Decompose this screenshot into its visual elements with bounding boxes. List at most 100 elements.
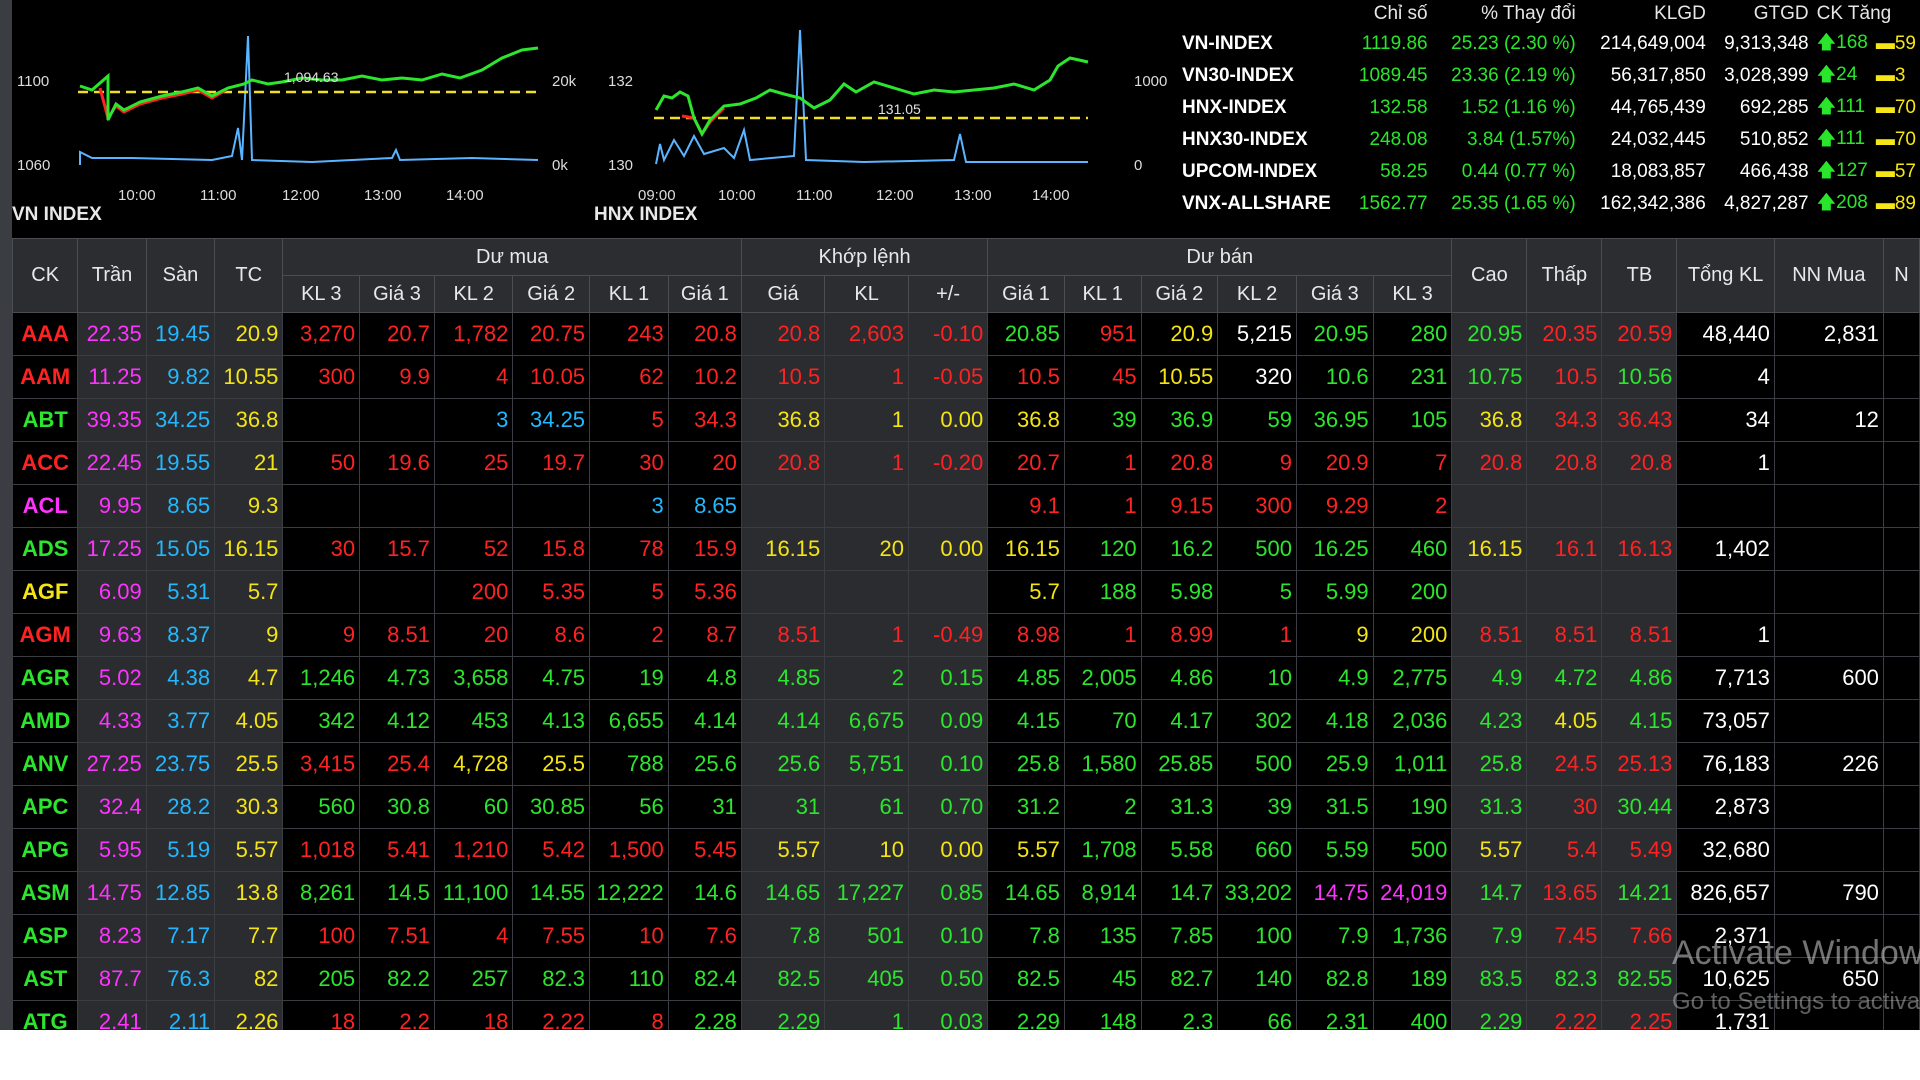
col-header-sell-price3[interactable]: Giá 3 <box>1295 275 1374 313</box>
buy-price3-cell: 7.51 <box>359 914 435 958</box>
index-header-change[interactable]: % Thay đổi <box>1432 0 1580 28</box>
sell-price2-cell: 2.3 <box>1140 1000 1219 1030</box>
symbol-cell[interactable]: ACC <box>11 441 79 485</box>
board-row[interactable]: AMD 4.33 3.77 4.05 342 4.12 453 4.13 6,655 4.14 4.… <box>11 699 1920 743</box>
col-header-buy-price3[interactable]: Giá 3 <box>359 275 435 313</box>
sell-vol3-cell: 200 <box>1372 613 1453 657</box>
foreign-buy-cell <box>1773 785 1884 829</box>
col-header-sell-vol3[interactable]: KL 3 <box>1372 275 1453 313</box>
col-header-total-volume[interactable]: Tổng KL <box>1676 238 1775 313</box>
buy-vol3-cell: 18 <box>282 1000 361 1030</box>
col-header-match-change[interactable]: +/- <box>907 275 989 313</box>
symbol-cell[interactable]: ABT <box>11 398 79 442</box>
index-row[interactable]: VN30-INDEX 1089.45 23.36 (2.19 %) 56,317,85… <box>1176 60 1920 92</box>
board-row[interactable]: AGF 6.09 5.31 5.7 200 5.35 5 5.36 5.7 188 5.98 5 5.9… <box>11 570 1920 614</box>
sell-vol1-cell: 2 <box>1063 785 1142 829</box>
col-header-buy-vol3[interactable]: KL 3 <box>282 275 361 313</box>
symbol-cell[interactable]: AGR <box>11 656 79 700</box>
high-cell: 2.29 <box>1451 1000 1528 1030</box>
symbol-cell[interactable]: APG <box>11 828 79 872</box>
col-header-foreign-sell-partial[interactable]: N <box>1882 238 1920 313</box>
index-row[interactable]: HNX30-INDEX 248.08 3.84 (1.57%) 24,032,445 5… <box>1176 124 1920 156</box>
hnx-x-label-3: 11:00 <box>796 187 832 204</box>
index-row[interactable]: VNX-ALLSHARE 1562.77 25.35 (1.65 %) 162,342… <box>1176 188 1920 220</box>
board-row[interactable]: ABT 39.35 34.25 36.8 3 34.25 5 34.3 36.8 1 0.00 36.… <box>11 398 1920 442</box>
board-row[interactable]: ASM 14.75 12.85 13.8 8,261 14.5 11,100 14.55 12,… <box>11 871 1920 915</box>
col-header-sell-vol1[interactable]: KL 1 <box>1063 275 1142 313</box>
index-ref-count-cell: ▬3 <box>1872 60 1920 92</box>
symbol-cell[interactable]: ATG <box>11 1000 79 1030</box>
ceiling-cell: 9.63 <box>77 613 147 657</box>
board-row[interactable]: AAA 22.35 19.45 20.9 3,270 20.7 1,782 20.75 243 2… <box>11 312 1920 356</box>
col-header-reference[interactable]: TC <box>214 238 284 313</box>
col-header-sell-price1[interactable]: Giá 1 <box>987 275 1065 313</box>
index-row[interactable]: VN-INDEX 1119.86 25.23 (2.30 %) 214,649,004… <box>1176 28 1920 60</box>
col-header-match-price[interactable]: Giá <box>740 275 826 313</box>
board-row[interactable]: ACC 22.45 19.55 21 50 19.6 25 19.7 30 20 20.8 1 -0.2… <box>11 441 1920 485</box>
match-change-cell: -0.05 <box>907 355 989 399</box>
index-row[interactable]: UPCOM-INDEX 58.25 0.44 (0.77 %) 18,083,857 4… <box>1176 156 1920 188</box>
index-header-value[interactable]: Chỉ số <box>1345 0 1432 28</box>
match-change-cell: 0.00 <box>907 828 989 872</box>
board-row[interactable]: AGR 5.02 4.38 4.7 1,246 4.73 3,658 4.75 19 4.8 4.8… <box>11 656 1920 700</box>
index-header-name <box>1176 0 1345 28</box>
col-header-high[interactable]: Cao <box>1451 238 1528 313</box>
buy-price1-cell: 14.6 <box>667 871 742 915</box>
index-header-gtgd[interactable]: GTGD <box>1710 0 1813 28</box>
board-row[interactable]: AAM 11.25 9.82 10.55 300 9.9 4 10.05 62 10.2 10.5 1… <box>11 355 1920 399</box>
col-header-floor[interactable]: Sàn <box>145 238 216 313</box>
symbol-cell[interactable]: ASP <box>11 914 79 958</box>
sell-vol3-cell: 200 <box>1372 570 1453 614</box>
symbol-cell[interactable]: AAM <box>11 355 79 399</box>
symbol-cell[interactable]: AMD <box>11 699 79 743</box>
symbol-cell[interactable]: AAA <box>11 312 79 356</box>
foreign-buy-cell: 226 <box>1773 742 1884 786</box>
col-header-match-volume[interactable]: KL <box>824 275 909 313</box>
foreign-buy-cell: 790 <box>1773 871 1884 915</box>
board-row[interactable]: ADS 17.25 15.05 16.15 30 15.7 52 15.8 78 15.9 16.1… <box>11 527 1920 571</box>
total-volume-cell: 32,680 <box>1676 828 1775 872</box>
symbol-cell[interactable]: ANV <box>11 742 79 786</box>
symbol-cell[interactable]: APC <box>11 785 79 829</box>
index-header-up[interactable]: CK Tăng <box>1813 0 1920 28</box>
col-header-buy-vol1[interactable]: KL 1 <box>589 275 669 313</box>
match-price-cell: 10.5 <box>740 355 826 399</box>
symbol-cell[interactable]: AGM <box>11 613 79 657</box>
sell-vol1-cell: 45 <box>1063 355 1142 399</box>
board-row[interactable]: ATG 2.41 2.11 2.26 18 2.2 18 2.22 8 2.28 2.29 1 0.03… <box>11 1000 1920 1030</box>
col-header-sell-vol2[interactable]: KL 2 <box>1217 275 1297 313</box>
col-header-symbol[interactable]: CK <box>11 238 79 313</box>
high-cell: 4.23 <box>1451 699 1528 743</box>
col-header-ceiling[interactable]: Trần <box>77 238 147 313</box>
buy-price2-cell: 30.85 <box>512 785 591 829</box>
buy-price2-cell: 2.22 <box>512 1000 591 1030</box>
high-cell: 10.75 <box>1451 355 1528 399</box>
col-header-average[interactable]: TB <box>1601 238 1678 313</box>
symbol-cell[interactable]: ACL <box>11 484 79 528</box>
board-row[interactable]: ANV 27.25 23.75 25.5 3,415 25.4 4,728 25.5 788 25… <box>11 742 1920 786</box>
board-row[interactable]: AST 87.7 76.3 82 205 82.2 257 82.3 110 82.4 82.5 40… <box>11 957 1920 1001</box>
col-header-buy-price2[interactable]: Giá 2 <box>512 275 591 313</box>
symbol-cell[interactable]: AST <box>11 957 79 1001</box>
col-header-sell-price2[interactable]: Giá 2 <box>1140 275 1219 313</box>
col-header-low[interactable]: Thấp <box>1526 238 1603 313</box>
hnx-volume-line <box>655 29 1088 165</box>
index-row[interactable]: HNX-INDEX 132.58 1.52 (1.16 %) 44,765,439 69… <box>1176 92 1920 124</box>
board-row[interactable]: APG 5.95 5.19 5.57 1,018 5.41 1,210 5.42 1,500 5.… <box>11 828 1920 872</box>
symbol-cell[interactable]: ADS <box>11 527 79 571</box>
board-row[interactable]: APC 32.4 28.2 30.3 560 30.8 60 30.85 56 31 31 61 0.7… <box>11 785 1920 829</box>
buy-price2-cell: 19.7 <box>512 441 591 485</box>
buy-price1-cell: 8.7 <box>667 613 742 657</box>
sell-price3-cell: 9 <box>1295 613 1374 657</box>
board-row[interactable]: ACL 9.95 8.65 9.3 3 8.65 9.1 1 9.15 300 9.29 2 <box>11 484 1920 528</box>
index-header-volume[interactable]: KLGD <box>1580 0 1710 28</box>
col-header-buy-vol2[interactable]: KL 2 <box>433 275 514 313</box>
symbol-cell[interactable]: AGF <box>11 570 79 614</box>
col-header-buy-price1[interactable]: Giá 1 <box>667 275 742 313</box>
hnx-x-label-2: 10:00 <box>718 187 756 204</box>
col-header-foreign-buy[interactable]: NN Mua <box>1773 238 1884 313</box>
board-row[interactable]: ASP 8.23 7.17 7.7 100 7.51 4 7.55 10 7.6 7.8 501 0.1… <box>11 914 1920 958</box>
buy-vol3-cell: 30 <box>282 527 361 571</box>
symbol-cell[interactable]: ASM <box>11 871 79 915</box>
board-row[interactable]: AGM 9.63 8.37 9 9 8.51 20 8.6 2 8.7 8.51 1 -0.49 8.98… <box>11 613 1920 657</box>
